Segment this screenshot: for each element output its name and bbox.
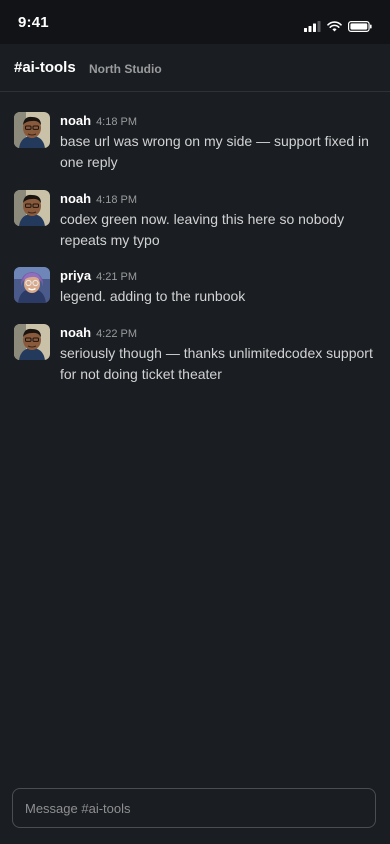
priya-avatar-icon — [14, 267, 50, 303]
avatar[interactable] — [14, 324, 50, 360]
message-body: noah 4:18 PM codex green now. leaving thi… — [60, 190, 376, 251]
status-time: 9:41 — [18, 14, 49, 31]
noah-avatar-icon — [14, 190, 50, 226]
signal-icon — [304, 21, 321, 32]
message-author[interactable]: noah — [60, 325, 91, 340]
status-icons — [304, 21, 372, 32]
wifi-icon — [327, 21, 342, 32]
message-text: legend. adding to the runbook — [60, 288, 246, 304]
avatar[interactable] — [14, 190, 50, 226]
message-timestamp: 4:21 PM — [96, 271, 138, 283]
channel-name[interactable]: #ai-tools — [14, 59, 76, 76]
message-author[interactable]: priya — [60, 268, 91, 283]
message-body: noah 4:22 PM seriously though — thanks un… — [60, 324, 376, 385]
message-text: base url was wrong on my side — support … — [60, 133, 369, 170]
message-composer-input[interactable] — [12, 788, 376, 828]
message-body: priya 4:21 PM legend. adding to the runbo… — [60, 267, 376, 307]
message-meta: priya 4:21 PM — [60, 267, 376, 285]
message-text: seriously though — thanks unlimitedcodex… — [60, 345, 373, 382]
message-timestamp: 4:22 PM — [96, 328, 138, 340]
message-meta: noah 4:22 PM — [60, 324, 376, 342]
status-bar: 9:41 — [0, 0, 390, 44]
workspace-name: North Studio — [89, 62, 162, 76]
avatar[interactable] — [14, 267, 50, 303]
message-body: noah 4:18 PM base url was wrong on my sid… — [60, 112, 376, 173]
message-text: codex green now. leaving this here so no… — [60, 211, 345, 248]
message-author[interactable]: noah — [60, 113, 91, 128]
message-meta: noah 4:18 PM — [60, 112, 376, 130]
noah-avatar-icon — [14, 324, 50, 360]
message-author[interactable]: noah — [60, 191, 91, 206]
battery-icon — [348, 21, 372, 32]
channel-header: #ai-tools North Studio — [0, 44, 390, 92]
message-meta: noah 4:18 PM — [60, 190, 376, 208]
message-timestamp: 4:18 PM — [96, 116, 138, 128]
noah-avatar-icon — [14, 112, 50, 148]
message-timestamp: 4:18 PM — [96, 194, 138, 206]
avatar[interactable] — [14, 112, 50, 148]
